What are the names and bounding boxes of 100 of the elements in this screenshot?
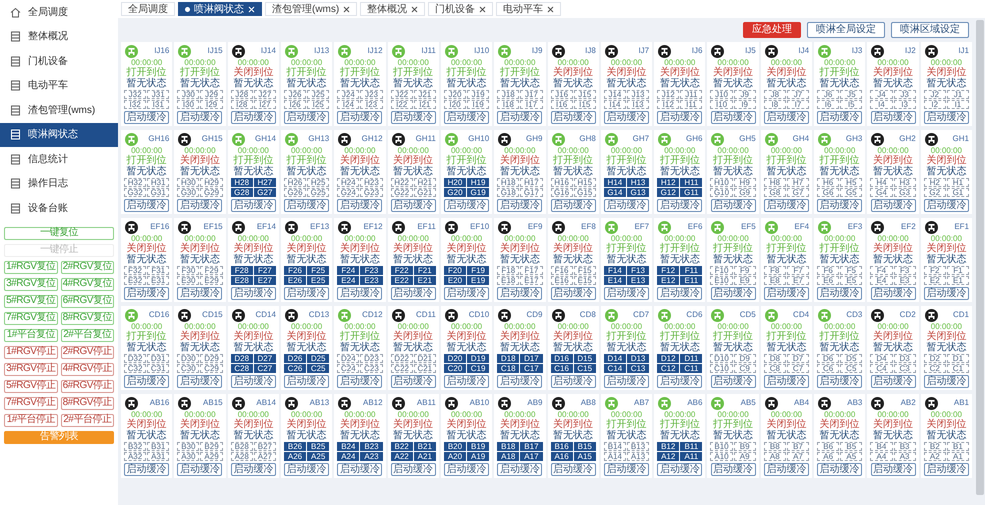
start-cooling-button[interactable]: 启动缓冷: [817, 463, 862, 476]
menu-item[interactable]: 整体概况: [0, 24, 118, 49]
sidebar-button[interactable]: 7#RGV停止: [4, 396, 58, 410]
start-cooling-button[interactable]: 启动缓冷: [870, 287, 916, 300]
start-cooling-button[interactable]: 启动缓冷: [444, 199, 490, 212]
start-cooling-button[interactable]: 启动缓冷: [497, 287, 542, 300]
start-cooling-button[interactable]: 启动缓冷: [177, 111, 222, 124]
start-cooling-button[interactable]: 启动缓冷: [764, 199, 809, 212]
start-cooling-button[interactable]: 启动缓冷: [764, 287, 809, 300]
start-cooling-button[interactable]: 启动缓冷: [337, 463, 382, 476]
start-cooling-button[interactable]: 启动缓冷: [284, 287, 330, 300]
start-cooling-button[interactable]: 启动缓冷: [390, 375, 436, 388]
sidebar-button[interactable]: 1#平台停止: [4, 414, 58, 426]
start-cooling-button[interactable]: 启动缓冷: [444, 111, 490, 124]
start-cooling-button[interactable]: 启动缓冷: [337, 111, 382, 124]
start-cooling-button[interactable]: 启动缓冷: [444, 375, 490, 388]
menu-item[interactable]: 喷淋阀状态: [0, 122, 118, 147]
start-cooling-button[interactable]: 启动缓冷: [924, 375, 969, 388]
start-cooling-button[interactable]: 启动缓冷: [604, 463, 649, 476]
start-cooling-button[interactable]: 启动缓冷: [604, 199, 649, 212]
start-cooling-button[interactable]: 启动缓冷: [390, 287, 436, 300]
start-cooling-button[interactable]: 启动缓冷: [497, 111, 542, 124]
start-cooling-button[interactable]: 启动缓冷: [444, 463, 490, 476]
start-cooling-button[interactable]: 启动缓冷: [817, 111, 862, 124]
start-cooling-button[interactable]: 启动缓冷: [817, 199, 862, 212]
start-cooling-button[interactable]: 启动缓冷: [924, 287, 969, 300]
start-cooling-button[interactable]: 启动缓冷: [337, 287, 382, 300]
start-cooling-button[interactable]: 启动缓冷: [550, 375, 596, 388]
start-cooling-button[interactable]: 启动缓冷: [124, 287, 170, 300]
action-button[interactable]: 喷淋区域设定: [891, 22, 969, 38]
start-cooling-button[interactable]: 启动缓冷: [657, 199, 702, 212]
start-cooling-button[interactable]: 启动缓冷: [657, 375, 702, 388]
start-cooling-button[interactable]: 启动缓冷: [124, 463, 170, 476]
sidebar-button[interactable]: 3#RGV停止: [4, 362, 58, 376]
start-cooling-button[interactable]: 启动缓冷: [177, 287, 222, 300]
start-cooling-button[interactable]: 启动缓冷: [124, 111, 170, 124]
menu-item[interactable]: 操作日志: [0, 172, 118, 196]
start-cooling-button[interactable]: 启动缓冷: [604, 287, 649, 300]
start-cooling-button[interactable]: 启动缓冷: [177, 463, 222, 476]
start-cooling-button[interactable]: 启动缓冷: [390, 199, 436, 212]
start-cooling-button[interactable]: 启动缓冷: [924, 111, 969, 124]
start-cooling-button[interactable]: 启动缓冷: [657, 287, 702, 300]
action-button[interactable]: 喷淋全局设定: [807, 22, 885, 38]
start-cooling-button[interactable]: 启动缓冷: [870, 111, 916, 124]
sidebar-button[interactable]: 4#RGV停止: [60, 362, 114, 376]
action-button[interactable]: 应急处理: [743, 22, 801, 38]
start-cooling-button[interactable]: 启动缓冷: [764, 375, 809, 388]
start-cooling-button[interactable]: 启动缓冷: [284, 375, 330, 388]
start-cooling-button[interactable]: 启动缓冷: [284, 463, 330, 476]
menu-item[interactable]: 电动平车: [0, 74, 118, 98]
start-cooling-button[interactable]: 启动缓冷: [870, 375, 916, 388]
sidebar-button[interactable]: 2#RGV停止: [60, 346, 114, 358]
start-cooling-button[interactable]: 启动缓冷: [924, 199, 969, 212]
start-cooling-button[interactable]: 启动缓冷: [337, 375, 382, 388]
start-cooling-button[interactable]: 启动缓冷: [710, 375, 756, 388]
menu-item[interactable]: 渣包管理(wms): [0, 98, 118, 122]
start-cooling-button[interactable]: 启动缓冷: [390, 463, 436, 476]
start-cooling-button[interactable]: 启动缓冷: [710, 287, 756, 300]
start-cooling-button[interactable]: 启动缓冷: [284, 199, 330, 212]
start-cooling-button[interactable]: 启动缓冷: [390, 111, 436, 124]
start-cooling-button[interactable]: 启动缓冷: [870, 199, 916, 212]
start-cooling-button[interactable]: 启动缓冷: [230, 111, 276, 124]
start-cooling-button[interactable]: 启动缓冷: [497, 463, 542, 476]
start-cooling-button[interactable]: 启动缓冷: [124, 199, 170, 212]
start-cooling-button[interactable]: 启动缓冷: [550, 111, 596, 124]
start-cooling-button[interactable]: 启动缓冷: [604, 375, 649, 388]
start-cooling-button[interactable]: 启动缓冷: [230, 375, 276, 388]
tab[interactable]: 电动平车: [496, 2, 562, 16]
start-cooling-button[interactable]: 启动缓冷: [924, 463, 969, 476]
sidebar-button[interactable]: 2#平台停止: [60, 414, 114, 426]
menu-item[interactable]: 门机设备: [0, 49, 118, 74]
start-cooling-button[interactable]: 启动缓冷: [230, 199, 276, 212]
sidebar-button[interactable]: 5#RGV停止: [4, 380, 58, 392]
start-cooling-button[interactable]: 启动缓冷: [497, 199, 542, 212]
start-cooling-button[interactable]: 启动缓冷: [764, 111, 809, 124]
start-cooling-button[interactable]: 启动缓冷: [230, 463, 276, 476]
start-cooling-button[interactable]: 启动缓冷: [657, 463, 702, 476]
start-cooling-button[interactable]: 启动缓冷: [817, 287, 862, 300]
start-cooling-button[interactable]: 启动缓冷: [710, 463, 756, 476]
start-cooling-button[interactable]: 启动缓冷: [817, 375, 862, 388]
sidebar-button[interactable]: 8#RGV停止: [60, 396, 114, 410]
start-cooling-button[interactable]: 启动缓冷: [444, 287, 490, 300]
tab[interactable]: 全局调度: [121, 2, 175, 16]
tab[interactable]: 喷淋阀状态: [178, 2, 262, 16]
start-cooling-button[interactable]: 启动缓冷: [177, 375, 222, 388]
start-cooling-button[interactable]: 启动缓冷: [710, 111, 756, 124]
menu-item[interactable]: 信息统计: [0, 147, 118, 172]
start-cooling-button[interactable]: 启动缓冷: [284, 111, 330, 124]
start-cooling-button[interactable]: 启动缓冷: [604, 111, 649, 124]
start-cooling-button[interactable]: 启动缓冷: [497, 375, 542, 388]
menu-item[interactable]: 全局调度: [0, 0, 118, 24]
menu-item[interactable]: 设备台账: [0, 196, 118, 220]
start-cooling-button[interactable]: 启动缓冷: [764, 463, 809, 476]
scrollbar[interactable]: [976, 20, 984, 495]
start-cooling-button[interactable]: 启动缓冷: [230, 287, 276, 300]
start-cooling-button[interactable]: 启动缓冷: [124, 375, 170, 388]
start-cooling-button[interactable]: 启动缓冷: [657, 111, 702, 124]
start-cooling-button[interactable]: 启动缓冷: [710, 199, 756, 212]
start-cooling-button[interactable]: 启动缓冷: [177, 199, 222, 212]
tab[interactable]: 整体概况: [360, 2, 426, 16]
